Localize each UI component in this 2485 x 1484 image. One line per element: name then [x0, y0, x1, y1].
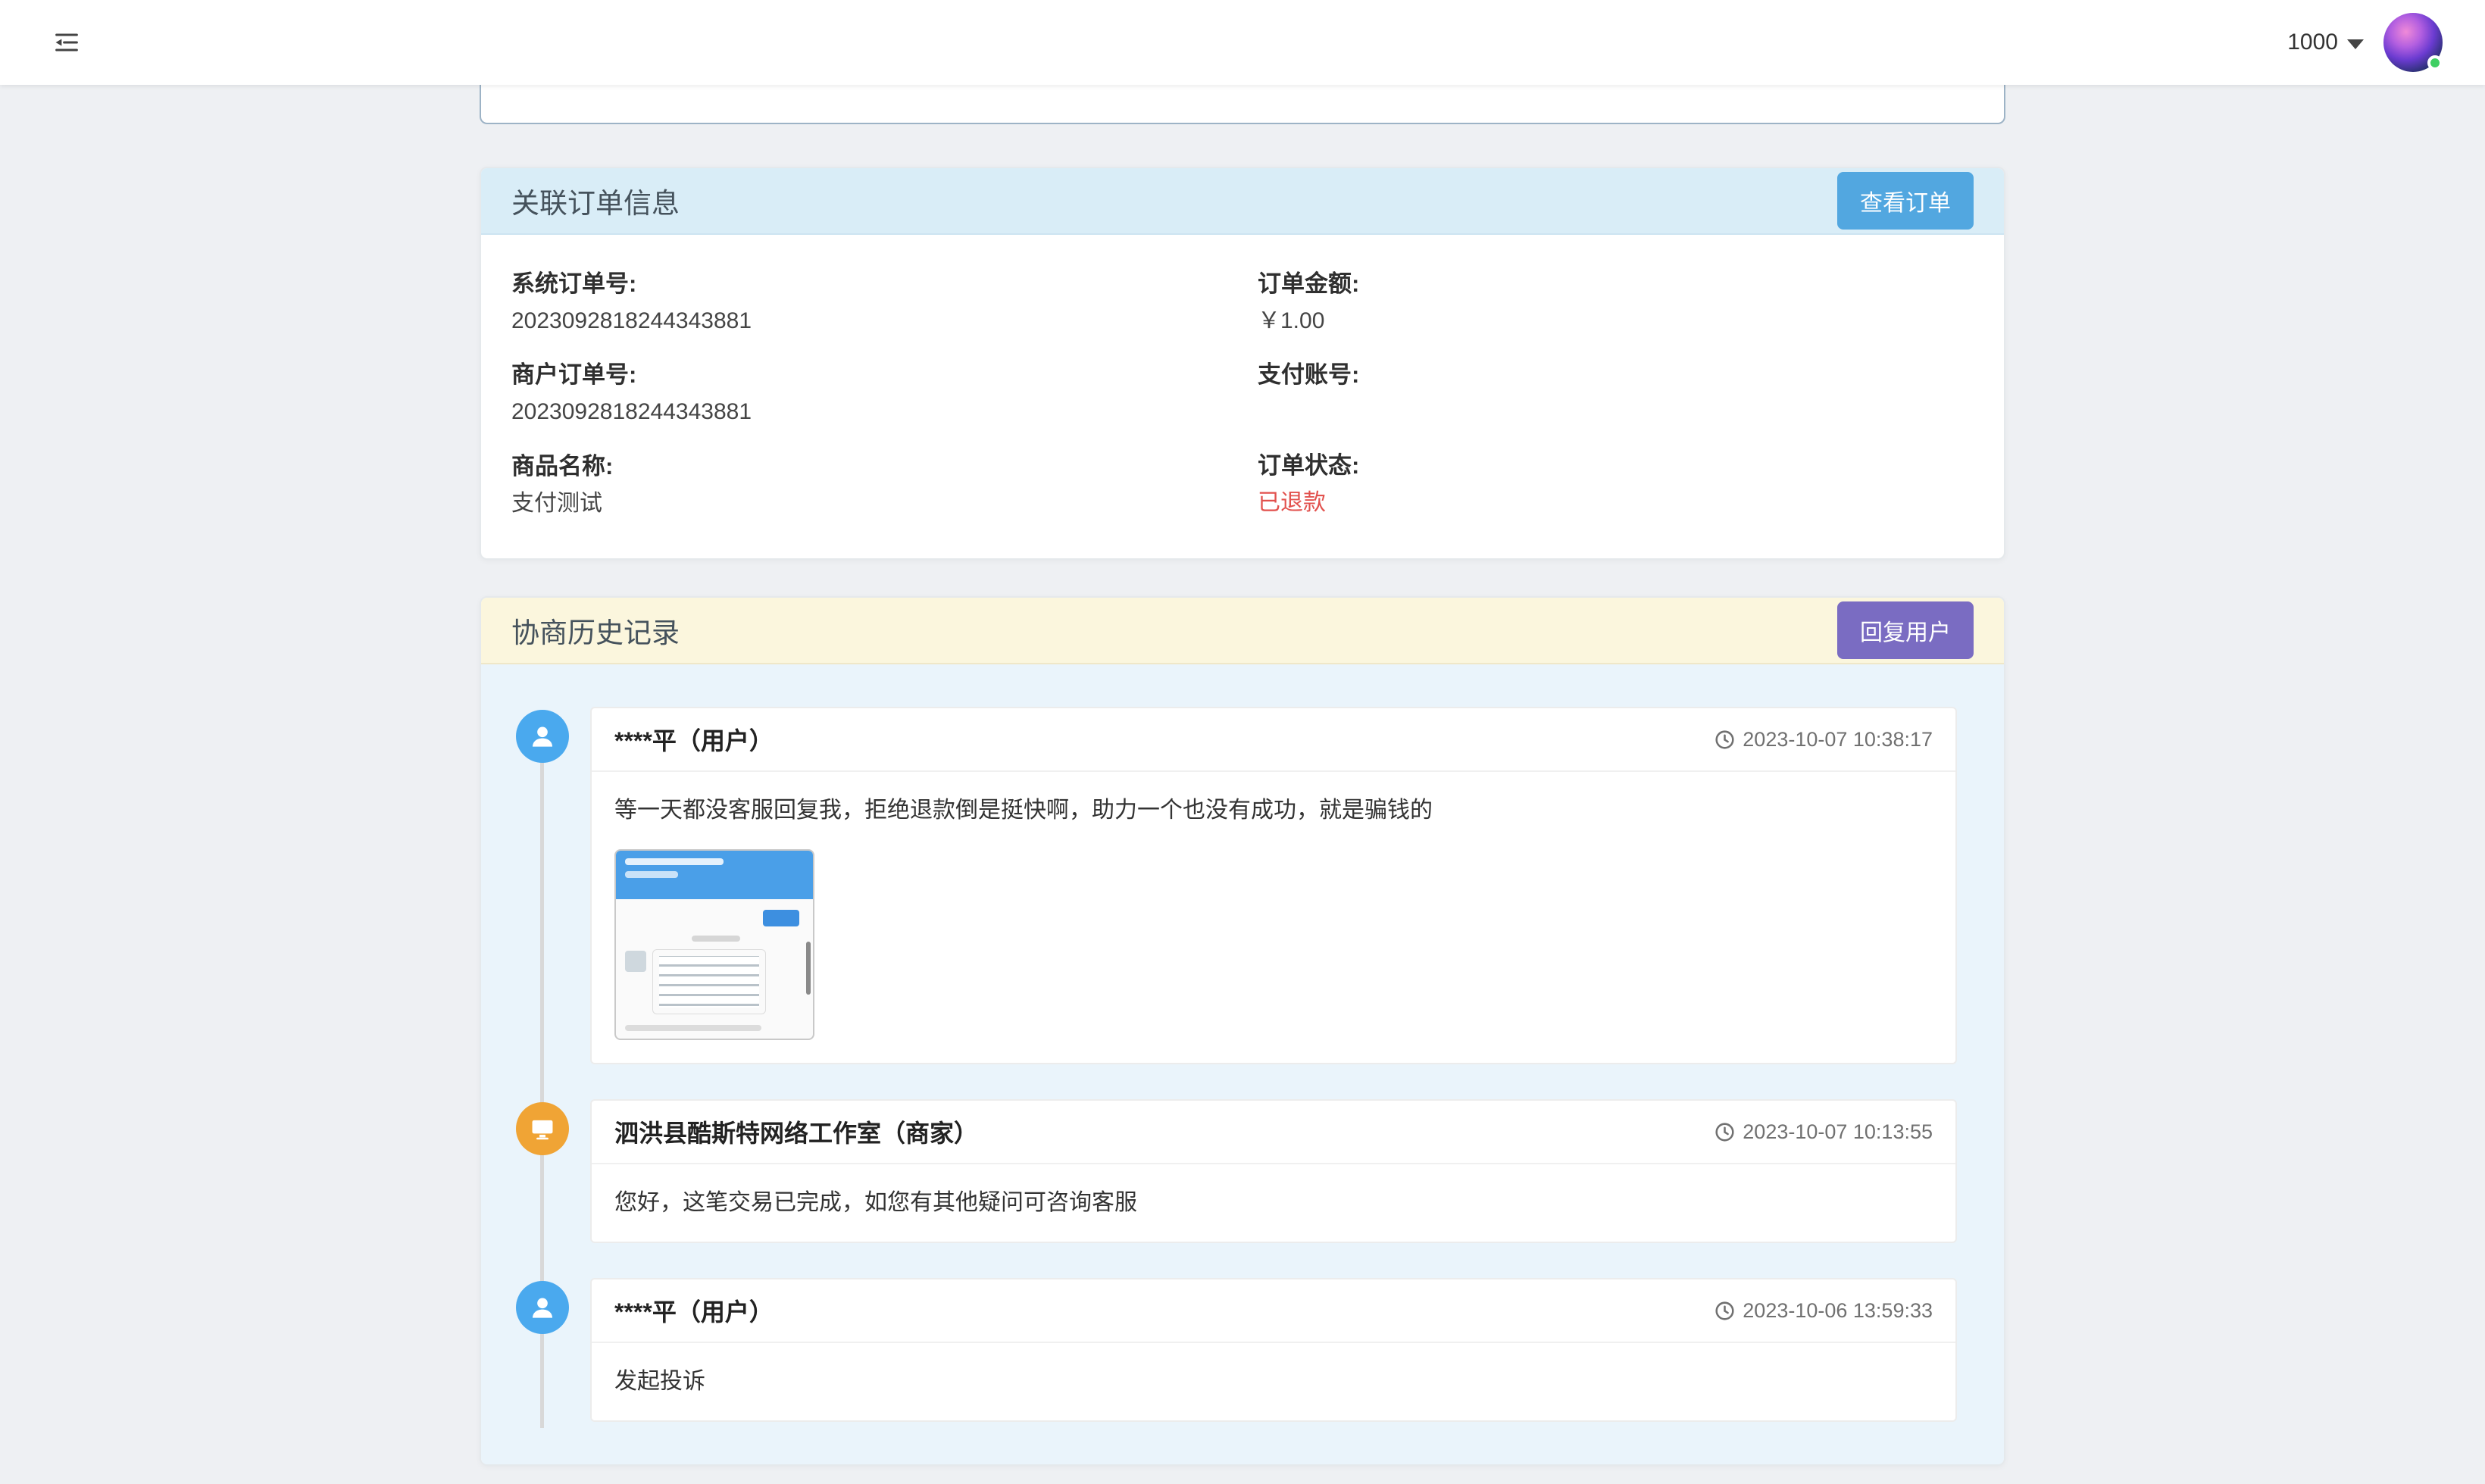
online-status-dot: [2427, 55, 2443, 70]
history-timeline: ****平（用户） 2023-10-07 10:38:17 等一天都没客服回复我…: [481, 664, 2004, 1464]
related-order-title: 关联订单信息: [511, 180, 680, 221]
top-navbar: 1000: [0, 0, 2485, 85]
entry-author: ****平（用户）: [614, 1293, 774, 1328]
entry-time: 2023-10-06 13:59:33: [1714, 1299, 1933, 1323]
clock-icon: [1714, 1301, 1735, 1321]
attachment-footer-line: [625, 1025, 761, 1031]
history-entry: ****平（用户） 2023-10-06 13:59:33 发起投诉: [590, 1278, 1957, 1422]
field-system-order-no: 系统订单号: 2023092818244343881: [511, 268, 1227, 336]
entry-message: 您好，这笔交易已完成，如您有其他疑问可咨询客服: [592, 1164, 1955, 1242]
entry-header: ****平（用户） 2023-10-07 10:38:17: [592, 708, 1955, 772]
attachment-text-bubble: [652, 949, 766, 1014]
field-payment-account: 支付账号:: [1258, 359, 1974, 427]
field-product-name: 商品名称: 支付测试: [511, 451, 1227, 519]
entry-header: 泗洪县酷斯特网络工作室（商家） 2023-10-07 10:13:55: [592, 1101, 1955, 1164]
field-order-status: 订单状态: 已退款: [1258, 450, 1974, 518]
negotiation-history-header: 协商历史记录 回复用户: [481, 598, 2004, 664]
user-avatar-icon: [516, 710, 569, 763]
entry-message: 发起投诉: [592, 1343, 1955, 1420]
entry-time: 2023-10-07 10:13:55: [1714, 1120, 1933, 1144]
page-content: 关联订单信息 查看订单 系统订单号: 2023092818244343881 商…: [480, 85, 2005, 1466]
menu-fold-icon: [52, 27, 82, 58]
attachment-blue-bubble: [763, 910, 799, 926]
view-order-button[interactable]: 查看订单: [1837, 172, 1974, 230]
negotiation-history-card: 协商历史记录 回复用户 ****平（用户）: [480, 596, 2005, 1466]
sidebar-toggle-button[interactable]: [48, 24, 85, 61]
credits-dropdown[interactable]: 1000: [2287, 30, 2364, 55]
field-order-amount: 订单金额: ￥1.00: [1258, 268, 1974, 336]
attachment-scrollbar: [806, 942, 811, 995]
credits-value: 1000: [2287, 30, 2338, 55]
history-entry: 泗洪县酷斯特网络工作室（商家） 2023-10-07 10:13:55 您好，这…: [590, 1099, 1957, 1243]
related-order-card-header: 关联订单信息 查看订单: [481, 168, 2004, 235]
order-fields-left: 系统订单号: 2023092818244343881 商户订单号: 202309…: [511, 268, 1227, 542]
negotiation-history-title: 协商历史记录: [511, 610, 680, 651]
user-avatar[interactable]: [2383, 13, 2443, 72]
attachment-thumbnail[interactable]: [614, 849, 814, 1040]
attachment-chat-header: [616, 851, 813, 899]
entry-header: ****平（用户） 2023-10-06 13:59:33: [592, 1279, 1955, 1343]
order-fields: 系统订单号: 2023092818244343881 商户订单号: 202309…: [481, 235, 2004, 558]
chevron-down-icon: [2347, 39, 2364, 49]
attachment-sender-avatar: [625, 951, 646, 972]
entry-author: 泗洪县酷斯特网络工作室（商家）: [614, 1114, 978, 1149]
entry-author: ****平（用户）: [614, 722, 774, 757]
history-entry: ****平（用户） 2023-10-07 10:38:17 等一天都没客服回复我…: [590, 707, 1957, 1064]
reply-user-button[interactable]: 回复用户: [1837, 601, 1974, 659]
order-fields-right: 订单金额: ￥1.00 支付账号: 订单状态: 已退款: [1258, 268, 1974, 542]
complaint-form-partial-box: [480, 85, 2005, 124]
entry-message: 等一天都没客服回复我，拒绝退款倒是挺快啊，助力一个也没有成功，就是骗钱的: [592, 772, 1955, 1063]
clock-icon: [1714, 730, 1735, 750]
user-avatar-icon: [516, 1281, 569, 1334]
merchant-avatar-icon: [516, 1102, 569, 1155]
field-merchant-order-no: 商户订单号: 2023092818244343881: [511, 359, 1227, 427]
related-order-card: 关联订单信息 查看订单 系统订单号: 2023092818244343881 商…: [480, 167, 2005, 560]
attachment-timestamp-line: [692, 936, 740, 942]
status-refunded: 已退款: [1258, 488, 1974, 519]
entry-time: 2023-10-07 10:38:17: [1714, 728, 1933, 751]
clock-icon: [1714, 1122, 1735, 1142]
